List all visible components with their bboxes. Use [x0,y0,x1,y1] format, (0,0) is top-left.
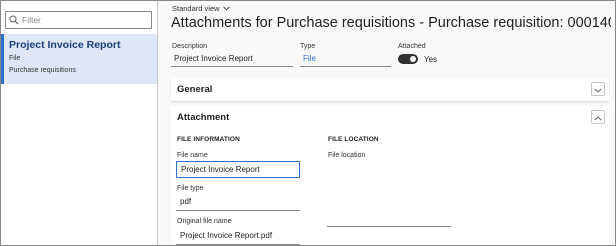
collapse-attachment-button[interactable] [591,110,605,124]
original-file-name-label: Original file name [177,218,232,225]
file-location-heading: FILE LOCATION [328,136,379,143]
attached-toggle-text: Yes [424,55,438,64]
original-file-name-field[interactable]: Project Invoice Report.pdf [176,228,300,245]
file-type-label: File type [177,185,204,192]
search-icon [6,12,22,28]
list-item-source: Purchase requisitions [9,67,76,74]
file-location-label: File location [328,152,366,159]
file-name-label: File name [177,152,208,159]
attached-toggle[interactable] [398,54,418,64]
type-label: Type [300,43,316,50]
file-type-field[interactable]: pdf [176,194,300,211]
attachment-section-header[interactable]: Attachment [171,106,609,130]
page-title: Attachments for Purchase requisitions - … [171,15,611,31]
general-section-header[interactable]: General [171,78,609,102]
description-label: Description [172,43,208,50]
file-information-heading: FILE INFORMATION [177,136,240,143]
view-selector-label: Standard view [172,4,220,13]
list-item[interactable]: Project Invoice Report File Purchase req… [1,34,157,84]
chevron-down-icon [222,4,230,13]
filter-box[interactable] [5,11,152,29]
attached-label: Attached [398,43,426,50]
chevron-up-icon [594,108,602,126]
list-item-title: Project Invoice Report [9,39,121,51]
attachment-section-body: FILE INFORMATION File name Project Invoi… [171,128,609,245]
type-field[interactable]: File [300,52,391,67]
filter-input[interactable] [22,15,142,25]
description-field[interactable]: Project Invoice Report [171,52,293,67]
view-selector[interactable]: Standard view [172,4,230,13]
expand-general-button[interactable] [591,82,605,96]
chevron-down-icon [594,80,602,98]
list-item-type: File [9,55,21,62]
file-name-input[interactable]: Project Invoice Report [176,161,300,178]
attachments-window: Project Invoice Report File Purchase req… [0,0,616,246]
attachment-section-title: Attachment [177,112,230,123]
general-section-title: General [177,84,213,95]
attachments-list-pane: Project Invoice Report File Purchase req… [1,1,158,245]
file-location-field[interactable] [327,210,451,227]
